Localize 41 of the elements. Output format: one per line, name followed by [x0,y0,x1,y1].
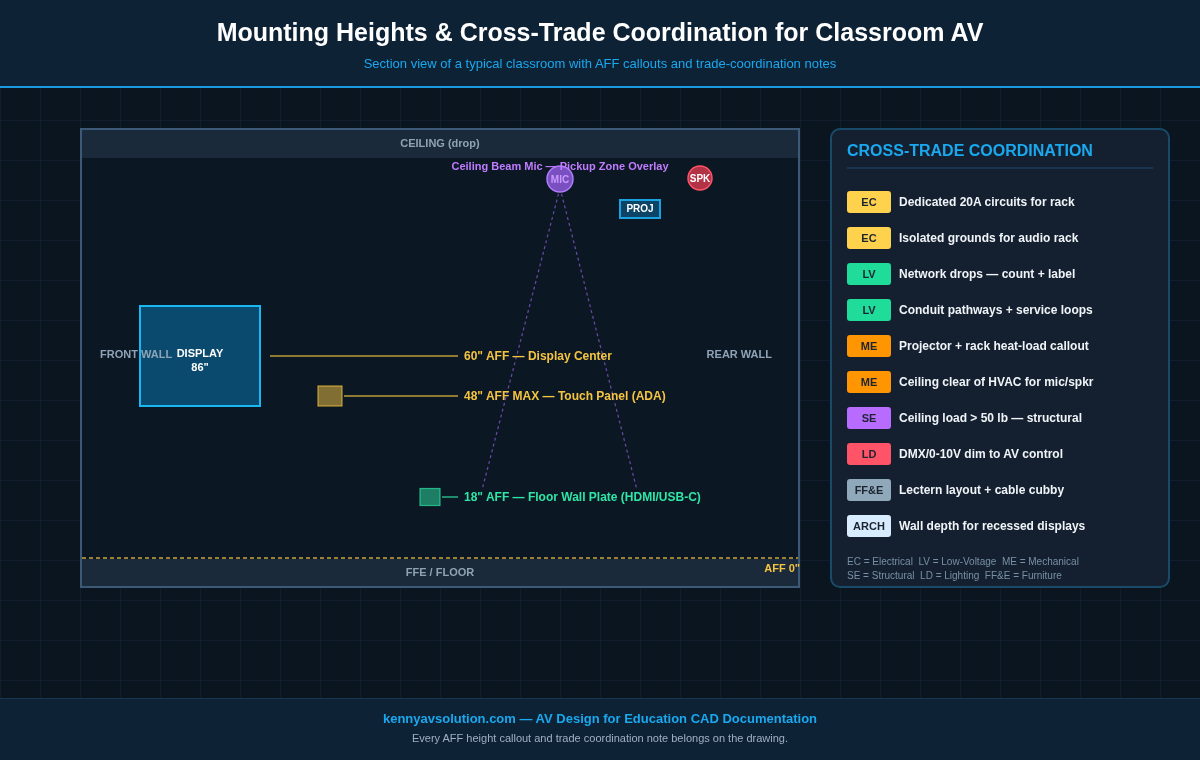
legend-line: EC = Electrical LV = Low-Voltage ME = Mechanical [847,555,1080,569]
device-box [419,487,441,507]
coordination-note: Ceiling load > 50 lb — structural [899,411,1083,425]
device-box [317,385,343,407]
trade-tag: ARCH [847,515,891,537]
panel-title: CROSS-TRADE COORDINATION [847,142,1153,169]
aff-zero-label: AFF 0" [764,562,800,574]
trade-tag: ME [847,335,891,357]
coordination-note: DMX/0-10V dim to AV control [899,447,1063,461]
footer-note: Every AFF height callout and trade coordination note belongs on the drawing. [410,732,790,744]
mic-caption: Ceiling Beam Mic — Pickup Zone Overlay [451,160,669,172]
height-label: 48" AFF MAX — Touch Panel (ADA) [464,389,666,403]
rear-wall-label: REAR WALL [706,348,772,360]
coordination-note: Network drops — count + label [899,267,1076,281]
trade-tag: SE [847,407,891,429]
front-wall-label: FRONT WALL [100,348,173,360]
trade-tag: EC [847,191,891,213]
footer-title: kennyavsolution.com — AV Design for Education CAD Documentation [381,711,819,726]
trade-tag: FF&E [847,479,891,501]
coordination-note: Dedicated 20A circuits for rack [899,195,1075,209]
coordination-note: Ceiling clear of HVAC for mic/spkr [899,375,1094,389]
coordination-note: Conduit pathways + service loops [899,303,1093,317]
speaker-marker: SPK [687,165,713,191]
trade-tag: LV [847,263,891,285]
height-label: 18" AFF — Floor Wall Plate (HDMI/USB-C) [464,490,701,504]
ceiling-label: CEILING (drop) [400,137,480,149]
coordination-note: Isolated grounds for audio rack [899,231,1079,245]
trade-tag: EC [847,227,891,249]
trade-tag: LV [847,299,891,321]
height-label: 60" AFF — Display Center [464,349,612,363]
floor-label: FFE / FLOOR [405,566,475,578]
trade-tag: LD [847,443,891,465]
page-title: Mounting Heights & Cross-Trade Coordination for Classroom AV [215,18,985,47]
legend-line: SE = Structural LD = Lighting FF&E = Furniture [847,569,1063,583]
projector-marker: PROJ [619,199,661,219]
coordination-note: Projector + rack heat-load callout [899,339,1089,353]
coordination-note: Lectern layout + cable cubby [899,483,1065,497]
coordination-note: Wall depth for recessed displays [899,519,1086,533]
leader-line [441,496,459,498]
page-subtitle: Section view of a typical classroom with AFF callouts and trade-coordination notes [362,56,838,71]
trade-tag: ME [847,371,891,393]
